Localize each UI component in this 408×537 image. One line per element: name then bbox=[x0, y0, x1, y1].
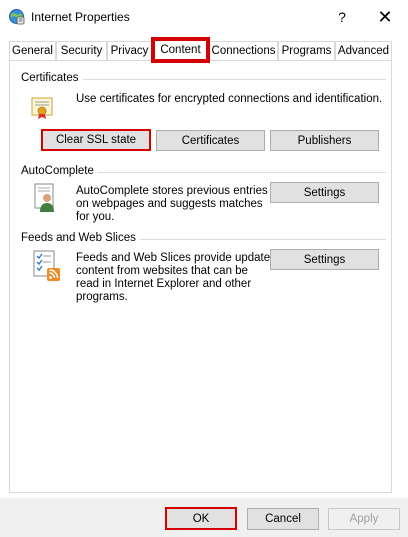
certificates-description: Use certificates for encrypted connectio… bbox=[76, 93, 383, 105]
tab-advanced[interactable]: Advanced bbox=[335, 41, 392, 60]
apply-button[interactable]: Apply bbox=[328, 508, 400, 530]
certificate-icon bbox=[31, 97, 53, 119]
autocomplete-description-line-1: AutoComplete stores previous entries bbox=[76, 185, 268, 197]
feeds-icon bbox=[33, 250, 60, 281]
title-bar: Internet Properties ? ✕ bbox=[0, 0, 408, 34]
autocomplete-heading: AutoComplete bbox=[21, 165, 98, 177]
feeds-description-line-3: read in Internet Explorer and other bbox=[76, 278, 252, 290]
feeds-divider bbox=[131, 239, 386, 240]
window-title: Internet Properties bbox=[31, 10, 130, 24]
certificates-button[interactable]: Certificates bbox=[156, 130, 265, 151]
autocomplete-settings-button[interactable]: Settings bbox=[270, 182, 379, 203]
help-button[interactable]: ? bbox=[328, 4, 356, 30]
feeds-settings-button[interactable]: Settings bbox=[270, 249, 379, 270]
tab-connections[interactable]: Connections bbox=[209, 41, 278, 60]
ok-button[interactable]: OK bbox=[165, 507, 237, 530]
internet-options-icon bbox=[9, 9, 25, 25]
autocomplete-description-line-2: on webpages and suggests matches bbox=[76, 198, 263, 210]
feeds-description-line-4: programs. bbox=[76, 291, 128, 303]
certificates-divider bbox=[80, 79, 386, 80]
close-button[interactable]: ✕ bbox=[368, 4, 402, 30]
cancel-button[interactable]: Cancel bbox=[247, 508, 319, 530]
tab-security[interactable]: Security bbox=[56, 41, 107, 60]
clear-ssl-state-button[interactable]: Clear SSL state bbox=[41, 129, 151, 151]
tab-privacy[interactable]: Privacy bbox=[107, 41, 152, 60]
feeds-description-line-2: content from websites that can be bbox=[76, 265, 248, 277]
certificates-heading: Certificates bbox=[21, 72, 83, 84]
tab-programs[interactable]: Programs bbox=[278, 41, 335, 60]
autocomplete-description-line-3: for you. bbox=[76, 211, 115, 223]
autocomplete-divider bbox=[94, 172, 386, 173]
tab-general[interactable]: General bbox=[9, 41, 56, 60]
autocomplete-icon bbox=[34, 183, 54, 212]
feeds-description-line-1: Feeds and Web Slices provide updated bbox=[76, 252, 277, 264]
publishers-button[interactable]: Publishers bbox=[270, 130, 379, 151]
tab-content[interactable]: Content bbox=[151, 37, 210, 63]
feeds-heading: Feeds and Web Slices bbox=[21, 232, 140, 244]
